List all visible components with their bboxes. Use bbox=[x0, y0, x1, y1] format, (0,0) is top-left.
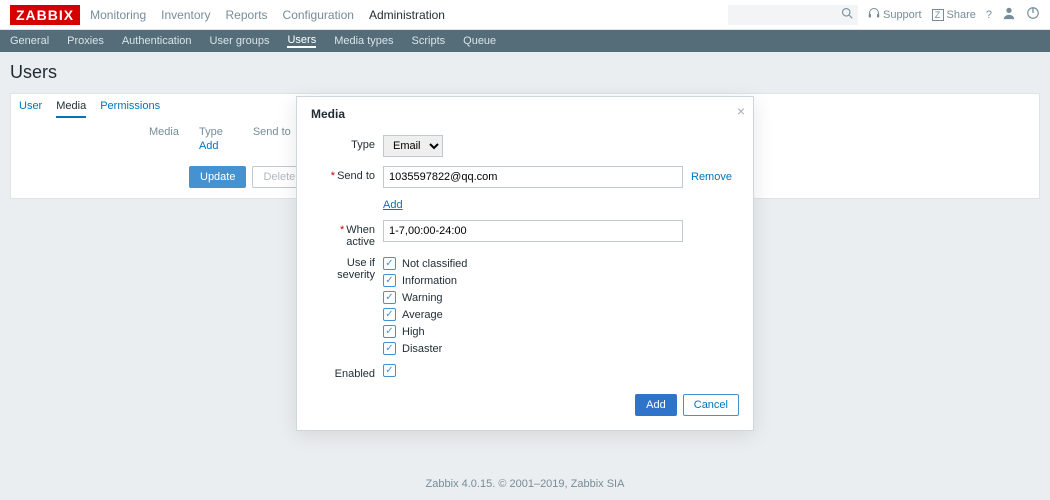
row-sendto: *Send to Remove bbox=[311, 166, 739, 188]
row-severity: Use if severity Not classified Informati… bbox=[311, 257, 739, 355]
close-icon[interactable]: × bbox=[737, 103, 745, 119]
chk-high[interactable] bbox=[383, 325, 396, 338]
chk-information[interactable] bbox=[383, 274, 396, 287]
modal-add-button[interactable]: Add bbox=[635, 394, 677, 416]
sendto-remove-link[interactable]: Remove bbox=[691, 171, 732, 183]
sev-label: Not classified bbox=[402, 258, 467, 270]
chk-enabled[interactable] bbox=[383, 364, 396, 377]
sendto-add-link[interactable]: Add bbox=[383, 199, 403, 211]
whenactive-input[interactable] bbox=[383, 220, 683, 242]
severity-list: Not classified Information Warning Avera… bbox=[383, 257, 739, 355]
sev-label: Information bbox=[402, 275, 457, 287]
media-modal: × Media Type Email *Send to Remove Add bbox=[296, 96, 754, 431]
modal-footer: Add Cancel bbox=[311, 394, 739, 416]
row-enabled: Enabled bbox=[311, 364, 739, 380]
sev-notclassified: Not classified bbox=[383, 257, 739, 270]
sev-average: Average bbox=[383, 308, 739, 321]
label-sendto: Send to bbox=[337, 170, 375, 182]
sev-label: High bbox=[402, 326, 425, 338]
sev-label: Average bbox=[402, 309, 443, 321]
chk-notclassified[interactable] bbox=[383, 257, 396, 270]
chk-average[interactable] bbox=[383, 308, 396, 321]
row-whenactive: *When active bbox=[311, 220, 739, 248]
sev-label: Disaster bbox=[402, 343, 442, 355]
sendto-input[interactable] bbox=[383, 166, 683, 188]
sev-high: High bbox=[383, 325, 739, 338]
modal-cancel-button[interactable]: Cancel bbox=[683, 394, 739, 416]
type-select[interactable]: Email bbox=[383, 135, 443, 157]
sev-label: Warning bbox=[402, 292, 443, 304]
label-enabled: Enabled bbox=[335, 368, 375, 380]
sev-information: Information bbox=[383, 274, 739, 287]
sev-warning: Warning bbox=[383, 291, 739, 304]
modal-title: Media bbox=[311, 107, 739, 121]
overlay: × Media Type Email *Send to Remove Add bbox=[0, 0, 1050, 500]
sev-disaster: Disaster bbox=[383, 342, 739, 355]
chk-warning[interactable] bbox=[383, 291, 396, 304]
label-severity: Use if severity bbox=[337, 257, 375, 281]
row-type: Type Email bbox=[311, 135, 739, 157]
chk-disaster[interactable] bbox=[383, 342, 396, 355]
label-whenactive: When active bbox=[346, 224, 375, 248]
label-type: Type bbox=[351, 139, 375, 151]
row-sendto-add: Add bbox=[311, 197, 739, 211]
